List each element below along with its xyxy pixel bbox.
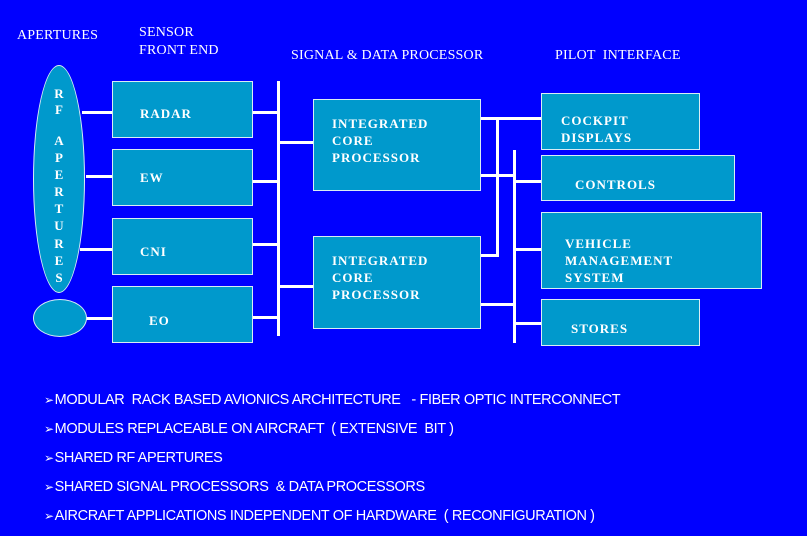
rf-apertures-ellipse: R F A P E R T U R E S bbox=[33, 65, 85, 293]
connector-bus-stores bbox=[515, 322, 542, 325]
pilot-box-controls: CONTROLS bbox=[541, 155, 735, 201]
arrow-bullet-icon: ➢ bbox=[44, 393, 54, 407]
sensor-box-eo: EO bbox=[112, 286, 253, 343]
bullet-item: ➢MODULAR RACK BASED AVIONICS ARCHITECTUR… bbox=[44, 390, 621, 419]
bullet-item: ➢SHARED SIGNAL PROCESSORS & DATA PROCESS… bbox=[44, 477, 620, 506]
pilot-interface-label: VEHICLE MANAGEMENT SYSTEM bbox=[565, 236, 674, 285]
rf-letter: E bbox=[54, 253, 64, 268]
connector-radar-bus bbox=[252, 111, 278, 114]
rf-letter: S bbox=[55, 270, 63, 285]
bullet-item: ➢MODULES REPLACEABLE ON AIRCRAFT ( EXTEN… bbox=[44, 419, 620, 448]
feature-bullet-list: ➢MODULAR RACK BASED AVIONICS ARCHITECTUR… bbox=[44, 390, 621, 535]
connector-icp1-cockpit bbox=[480, 117, 542, 120]
connector-cni-bus bbox=[252, 243, 278, 246]
rf-letter: R bbox=[54, 86, 64, 101]
rf-letter: F bbox=[55, 102, 63, 117]
pilot-bus bbox=[513, 150, 516, 343]
sensor-label: EW bbox=[140, 170, 164, 185]
pilot-interface-label: COCKPIT DISPLAYS bbox=[561, 113, 633, 145]
bullet-text: MODULES REPLACEABLE ON AIRCRAFT ( EXTENS… bbox=[54, 421, 454, 437]
sensor-label: CNI bbox=[140, 244, 167, 259]
rf-letter: U bbox=[54, 218, 64, 233]
connector-bus-icp1 bbox=[279, 141, 314, 144]
sensor-label: EO bbox=[149, 313, 170, 328]
sensor-box-ew: EW bbox=[112, 149, 253, 206]
processor-box-1: INTEGRATED CORE PROCESSOR bbox=[313, 99, 481, 191]
sensor-box-cni: CNI bbox=[112, 218, 253, 275]
connector-rf-radar bbox=[82, 111, 112, 114]
rf-letter: R bbox=[54, 236, 64, 251]
connector-bus-vms bbox=[515, 248, 542, 251]
slide: APERTURES SENSOR FRONT END SIGNAL & DATA… bbox=[0, 0, 807, 536]
connector-eo-aperture bbox=[85, 317, 112, 320]
connector-icp2-cockpit bbox=[480, 254, 498, 257]
bullet-text: AIRCRAFT APPLICATIONS INDEPENDENT OF HAR… bbox=[54, 508, 595, 524]
rf-letter: E bbox=[54, 167, 64, 182]
sensor-box-radar: RADAR bbox=[112, 81, 253, 138]
pilot-box-stores: STORES bbox=[541, 299, 700, 346]
connector-rf-ew bbox=[86, 175, 112, 178]
sensor-label: RADAR bbox=[140, 106, 192, 121]
connector-cockpit-riser bbox=[496, 117, 499, 257]
header-pilot-interface: PILOT INTERFACE bbox=[555, 48, 681, 63]
pilot-interface-label: STORES bbox=[571, 321, 629, 336]
processor-label: INTEGRATED CORE PROCESSOR bbox=[332, 116, 429, 165]
bullet-item: ➢SHARED RF APERTURES bbox=[44, 448, 620, 477]
bullet-text: SHARED SIGNAL PROCESSORS & DATA PROCESSO… bbox=[54, 479, 426, 495]
pilot-box-vehicle-management: VEHICLE MANAGEMENT SYSTEM bbox=[541, 212, 762, 289]
header-signal-data-processor: SIGNAL & DATA PROCESSOR bbox=[291, 48, 484, 63]
rf-letter: A bbox=[54, 133, 64, 148]
arrow-bullet-icon: ➢ bbox=[44, 422, 54, 436]
pilot-box-cockpit-displays: COCKPIT DISPLAYS bbox=[541, 93, 700, 150]
sensor-bus bbox=[277, 81, 280, 336]
rf-letter: T bbox=[54, 201, 64, 216]
header-apertures: APERTURES bbox=[17, 28, 99, 43]
arrow-bullet-icon: ➢ bbox=[44, 480, 54, 494]
rf-letter: R bbox=[54, 184, 64, 199]
rf-letter: P bbox=[55, 150, 63, 165]
bullet-item: ➢AIRCRAFT APPLICATIONS INDEPENDENT OF HA… bbox=[44, 506, 620, 535]
connector-icp2-pilot-bus bbox=[480, 303, 514, 306]
connector-eo-bus bbox=[252, 316, 278, 319]
connector-icp1-pilot-bus bbox=[480, 174, 514, 177]
arrow-bullet-icon: ➢ bbox=[44, 451, 54, 465]
connector-rf-cni bbox=[80, 248, 112, 251]
bullet-text: MODULAR RACK BASED AVIONICS ARCHITECTURE… bbox=[54, 392, 621, 408]
processor-label: INTEGRATED CORE PROCESSOR bbox=[332, 253, 429, 302]
eo-aperture-ellipse bbox=[33, 299, 87, 337]
pilot-interface-label: CONTROLS bbox=[575, 177, 656, 192]
connector-bus-controls bbox=[515, 180, 542, 183]
connector-bus-icp2 bbox=[279, 285, 314, 288]
processor-box-2: INTEGRATED CORE PROCESSOR bbox=[313, 236, 481, 329]
connector-ew-bus bbox=[252, 180, 278, 183]
arrow-bullet-icon: ➢ bbox=[44, 509, 54, 523]
header-sensor-front-end: SENSOR FRONT END bbox=[139, 25, 219, 58]
bullet-text: SHARED RF APERTURES bbox=[54, 450, 223, 466]
